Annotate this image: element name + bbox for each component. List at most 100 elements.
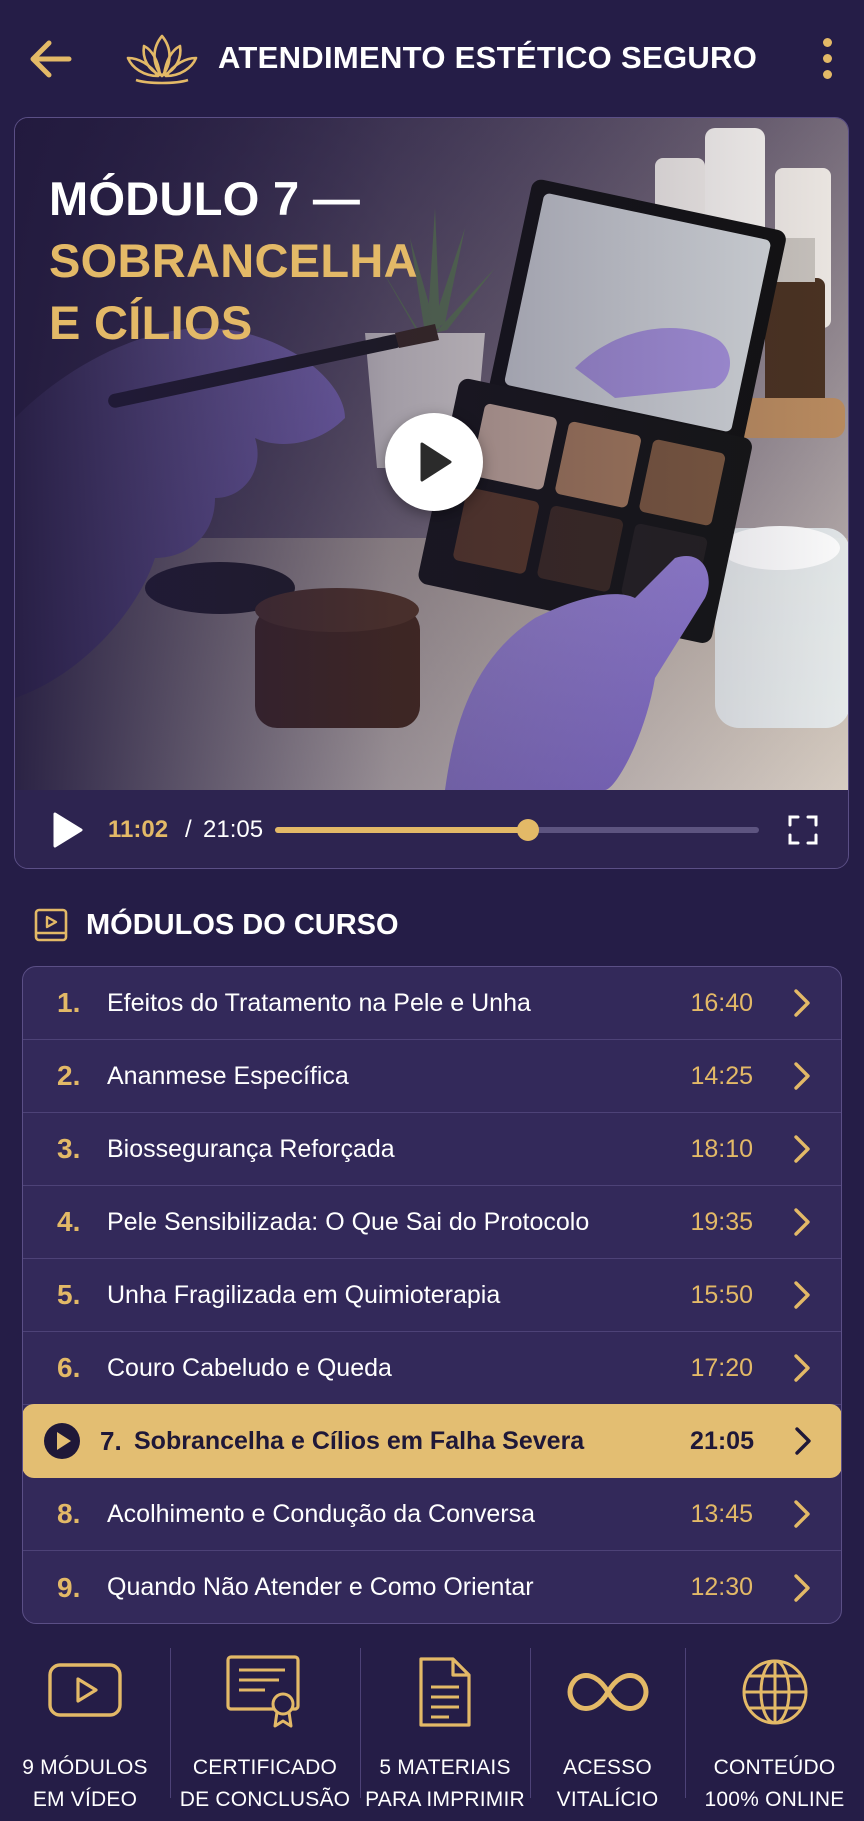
infinity-icon — [566, 1652, 650, 1732]
feature-divider — [170, 1648, 171, 1798]
feature-item: 5 MATERIAIS PARA IMPRIMIR — [360, 1648, 530, 1818]
modules-heading-label: MÓDULOS DO CURSO — [86, 908, 399, 941]
module-duration: 14:25 — [690, 1061, 753, 1090]
feature-item: CERTIFICADO DE CONCLUSÃO — [170, 1648, 360, 1818]
feature-item: ACESSO VITALÍCIO — [530, 1648, 685, 1818]
module-title: Biossegurança Reforçada — [107, 1134, 395, 1163]
play-icon — [420, 442, 452, 482]
chevron-right-icon — [794, 989, 810, 1017]
module-row[interactable]: 5. Unha Fragilizada em Quimioterapia 15:50 — [23, 1259, 841, 1332]
module-row[interactable]: 6. Couro Cabeludo e Queda 17:20 — [23, 1332, 841, 1405]
video-play-icon — [47, 1652, 123, 1732]
video-title-line1: MÓDULO 7 — — [49, 172, 361, 225]
globe-icon — [740, 1652, 810, 1732]
module-number: 3. — [57, 1133, 81, 1164]
feature-label-line2: PARA IMPRIMIR — [365, 1788, 525, 1811]
play-icon[interactable] — [49, 810, 85, 850]
video-title-line3: E CÍLIOS — [49, 296, 253, 349]
document-icon — [417, 1652, 473, 1732]
chevron-right-icon — [794, 1135, 810, 1163]
progress-thumb[interactable] — [517, 819, 540, 841]
progress-fill — [275, 827, 529, 833]
fullscreen-icon[interactable] — [787, 814, 819, 846]
feature-divider — [360, 1648, 361, 1798]
feature-divider — [685, 1648, 686, 1798]
module-number: 5. — [57, 1279, 81, 1310]
video-title: MÓDULO 7 — SOBRANCELHA E CÍLIOS — [49, 168, 418, 354]
module-number: 9. — [57, 1571, 81, 1603]
module-number: 8. — [57, 1498, 81, 1529]
modules-heading: MÓDULOS DO CURSO — [34, 905, 399, 945]
feature-label: ACESSO VITALÍCIO — [557, 1752, 659, 1816]
module-duration: 13:45 — [690, 1499, 753, 1528]
module-title: Couro Cabeludo e Queda — [107, 1353, 392, 1382]
video-frame[interactable]: MÓDULO 7 — SOBRANCELHA E CÍLIOS — [15, 118, 848, 790]
feature-label: CERTIFICADO DE CONCLUSÃO — [180, 1752, 350, 1816]
module-row[interactable]: 3. Biossegurança Reforçada 18:10 — [23, 1113, 841, 1186]
module-number: 1. — [57, 987, 81, 1018]
module-row[interactable]: 2. Ananmese Específica 14:25 — [23, 1040, 841, 1113]
module-number: 6. — [57, 1352, 81, 1383]
chevron-right-icon — [794, 1573, 810, 1602]
module-row-active[interactable]: 7. Sobrancelha e Cílios em Falha Severa 21… — [23, 1404, 841, 1478]
feature-label-line2: EM VÍDEO — [32, 1788, 138, 1811]
arrow-left-icon — [30, 40, 72, 78]
feature-label-line2: DE CONCLUSÃO — [179, 1788, 351, 1811]
big-play-button[interactable] — [385, 413, 483, 511]
video-title-line2: SOBRANCELHA — [49, 234, 418, 287]
feature-label-line1: 9 MÓDULOS — [22, 1756, 148, 1779]
module-row[interactable]: 8. Acolhimento e Condução da Conversa 13:4… — [23, 1478, 841, 1551]
module-title: Quando Não Atender e Como Orientar — [107, 1573, 534, 1601]
chevron-right-icon — [794, 1062, 810, 1090]
feature-label: CONTEÚDO 100% ONLINE — [705, 1752, 845, 1816]
module-duration: 18:10 — [690, 1134, 753, 1163]
progress-bar[interactable] — [275, 819, 759, 841]
current-time: 11:02 — [108, 816, 169, 843]
back-button[interactable] — [24, 32, 78, 86]
app-header: ATENDIMENTO ESTÉTICO SEGURO — [0, 0, 864, 118]
feature-item: 9 MÓDULOS EM VÍDEO — [0, 1648, 170, 1818]
total-time: 21:05 — [203, 816, 264, 843]
feature-item: CONTEÚDO 100% ONLINE — [685, 1648, 864, 1818]
module-title: Efeitos do Tratamento na Pele e Unha — [107, 988, 531, 1017]
module-duration: 17:20 — [690, 1353, 753, 1382]
video-controls: 11:02 / 21:05 — [15, 790, 848, 868]
feature-label-line1: 5 MATERIAIS — [379, 1756, 511, 1779]
module-title: Ananmese Específica — [107, 1061, 349, 1090]
feature-label-line2: VITALÍCIO — [556, 1788, 659, 1811]
modules-list: 1. Efeitos do Tratamento na Pele e Unha 16… — [22, 966, 842, 1624]
module-number: 2. — [57, 1060, 81, 1091]
module-title: Unha Fragilizada em Quimioterapia — [107, 1280, 501, 1309]
module-duration: 15:50 — [690, 1280, 753, 1309]
video-lesson-icon — [34, 908, 68, 942]
more-vertical-icon — [822, 37, 832, 47]
module-duration: 21:05 — [690, 1426, 754, 1455]
certificate-icon — [225, 1652, 305, 1732]
module-number: 4. — [57, 1206, 81, 1237]
module-title: Sobrancelha e Cílios em Falha Severa — [134, 1426, 585, 1455]
feature-label: 9 MÓDULOS EM VÍDEO — [22, 1752, 148, 1816]
more-menu-button[interactable] — [812, 28, 842, 88]
feature-label-line2: 100% ONLINE — [704, 1788, 845, 1811]
module-row[interactable]: 1. Efeitos do Tratamento na Pele e Unha 16… — [23, 967, 841, 1040]
module-row[interactable]: 9. Quando Não Atender e Como Orientar 12:3… — [23, 1551, 841, 1623]
chevron-right-icon — [794, 1208, 810, 1236]
video-player: MÓDULO 7 — SOBRANCELHA E CÍLIOS 11:02 / … — [14, 117, 849, 869]
lotus-icon — [126, 34, 198, 85]
chevron-right-icon — [795, 1427, 811, 1455]
module-title: Pele Sensibilizada: O Que Sai do Protoco… — [107, 1207, 590, 1236]
feature-label-line1: ACESSO — [563, 1756, 652, 1779]
chevron-right-icon — [794, 1281, 810, 1309]
chevron-right-icon — [794, 1354, 810, 1382]
play-circle-icon — [44, 1423, 80, 1459]
module-duration: 12:30 — [690, 1573, 753, 1601]
chevron-right-icon — [794, 1500, 810, 1528]
module-duration: 19:35 — [690, 1207, 753, 1236]
module-row[interactable]: 4. Pele Sensibilizada: O Que Sai do Proto… — [23, 1186, 841, 1259]
time-separator: / — [185, 816, 192, 843]
feature-divider — [530, 1648, 531, 1798]
features-bar: 9 MÓDULOS EM VÍDEO CERTIFICADO DE CONCLU… — [0, 1648, 864, 1818]
module-title: Acolhimento e Condução da Conversa — [107, 1499, 536, 1528]
feature-label: 5 MATERIAIS PARA IMPRIMIR — [365, 1752, 525, 1816]
module-duration: 16:40 — [690, 988, 753, 1017]
